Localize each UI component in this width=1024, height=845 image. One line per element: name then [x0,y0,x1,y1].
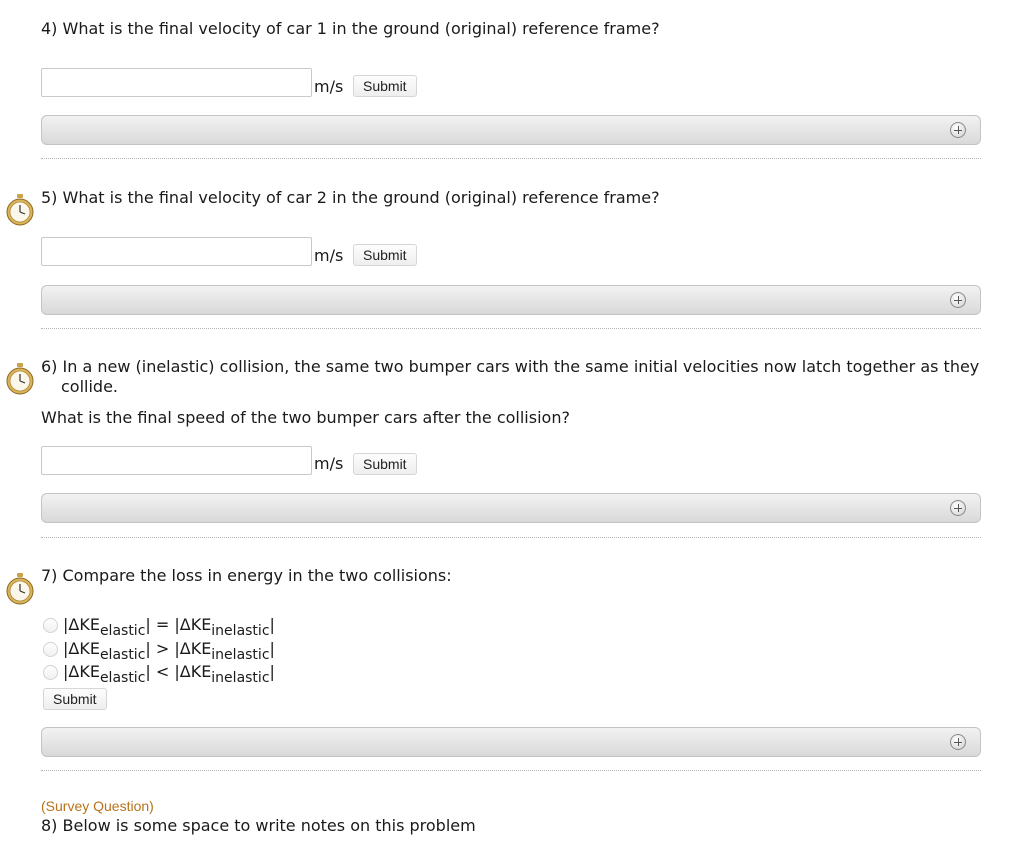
option-equal[interactable]: |ΔKEelastic| = |ΔKEinelastic| [43,614,275,639]
unit-label-q6: m/s [314,454,344,473]
question-4-text: 4) What is the final velocity of car 1 i… [41,19,660,38]
divider [41,328,981,329]
survey-question-tag: (Survey Question) [41,798,154,814]
answer-input-q5[interactable] [41,237,312,266]
stopwatch-icon [6,573,34,605]
answer-input-q4[interactable] [41,68,312,97]
hint-bar-q5[interactable] [41,285,981,315]
divider [41,770,981,771]
unit-label-q4: m/s [314,77,344,96]
question-6-text: 6) In a new (inelastic) collision, the s… [41,357,980,396]
unit-label-q5: m/s [314,246,344,265]
plus-circle-icon[interactable] [950,122,966,138]
plus-circle-icon[interactable] [950,292,966,308]
question-7-text: 7) Compare the loss in energy in the two… [41,566,452,585]
option-less[interactable]: |ΔKEelastic| < |ΔKEinelastic| [43,661,275,686]
radio-button[interactable] [43,641,58,657]
option-label: |ΔKEelastic| > |ΔKEinelastic| [63,639,275,663]
stopwatch-icon [6,363,34,395]
stopwatch-icon [6,194,34,226]
divider [41,537,981,538]
plus-circle-icon[interactable] [950,734,966,750]
submit-button-q6[interactable]: Submit [353,453,417,475]
hint-bar-q7[interactable] [41,727,981,757]
answer-input-q6[interactable] [41,446,312,475]
submit-button-q5[interactable]: Submit [353,244,417,266]
question-5-text: 5) What is the final velocity of car 2 i… [41,188,660,207]
option-greater[interactable]: |ΔKEelastic| > |ΔKEinelastic| [43,638,275,663]
submit-button-q4[interactable]: Submit [353,75,417,97]
divider [41,158,981,159]
option-label: |ΔKEelastic| < |ΔKEinelastic| [63,662,275,686]
question-6-followup: What is the final speed of the two bumpe… [41,408,570,427]
submit-button-q7[interactable]: Submit [43,688,107,710]
option-label: |ΔKEelastic| = |ΔKEinelastic| [63,615,275,639]
hint-bar-q6[interactable] [41,493,981,523]
radio-button[interactable] [43,617,58,633]
question-8-text: 8) Below is some space to write notes on… [41,816,476,835]
radio-button[interactable] [43,664,58,680]
hint-bar-q4[interactable] [41,115,981,145]
plus-circle-icon[interactable] [950,500,966,516]
